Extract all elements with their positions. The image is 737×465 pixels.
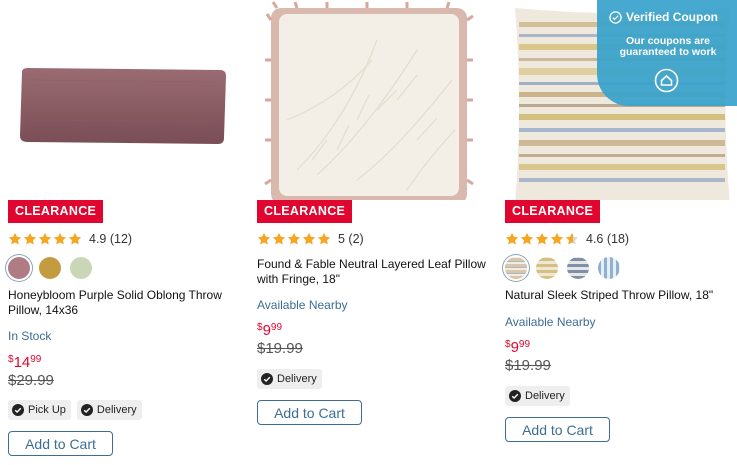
swatch-navy-stripe[interactable] [567,257,589,279]
original-price: $19.99 [505,357,551,374]
half-star-icon [565,232,579,245]
swatch-gold[interactable] [39,257,61,279]
color-swatches [505,257,620,279]
original-price: $29.99 [8,372,54,389]
coupon-title: Verified Coupon [626,10,719,24]
rating[interactable]: 5 (2) [257,230,364,248]
rating-text: 5 (2) [338,232,364,246]
star-icon [550,232,564,245]
stock-status: Available Nearby [505,315,596,329]
stock-status: Available Nearby [257,298,348,312]
star-icon [257,232,271,245]
add-to-cart-button[interactable]: Add to Cart [505,417,610,442]
rating[interactable]: 4.9 (12) [8,230,132,248]
star-icon [8,232,22,245]
delivery-label: Delivery [96,404,137,416]
star-icon [53,232,67,245]
verified-coupon-panel[interactable]: Verified Coupon Our coupons are guarante… [597,0,737,106]
product-image[interactable] [257,0,487,204]
clearance-badge: CLEARANCE [257,200,353,223]
star-icon [287,232,301,245]
check-circle-icon [261,373,273,385]
star-icon [535,232,549,245]
swatch-gold-stripe[interactable] [536,257,558,279]
pillow-oblong-image [20,68,226,144]
clearance-badge: CLEARANCE [8,200,104,223]
check-circle-icon [12,404,24,416]
stars [505,232,579,246]
price-cents: 99 [270,322,283,333]
stars [8,232,82,246]
price-cents: 99 [518,339,531,350]
product-title[interactable]: Found & Fable Neutral Layered Leaf Pillo… [257,257,487,287]
fulfillment-chips: Delivery [257,369,322,389]
check-circle-icon [609,10,622,24]
delivery-chip: Delivery [76,400,142,420]
color-swatches [8,257,92,279]
price-whole: 9 [510,339,519,356]
rating-text: 4.9 (12) [89,232,133,246]
sale-price: $1499 [8,354,41,372]
swatch-purple[interactable] [8,257,30,279]
stock-status: In Stock [8,329,52,343]
pillow-leaf-image [264,1,474,204]
star-icon [505,232,519,245]
delivery-label: Delivery [525,390,565,402]
sale-price: $999 [505,339,530,357]
star-icon [520,232,534,245]
star-icon [317,232,331,245]
pickup-chip: Pick Up [8,400,71,420]
product-card: CLEARANCE 5 (2) Found & Fable Neutral La… [257,0,492,465]
price-cents: 99 [30,354,42,365]
check-circle-icon [509,390,521,402]
swatch-blue-stripe[interactable] [598,257,620,279]
pickup-label: Pick Up [28,404,66,416]
delivery-chip: Delivery [257,369,322,389]
original-price: $19.99 [257,340,303,357]
star-icon [38,232,52,245]
stars [257,232,331,246]
price-whole: 9 [262,322,271,339]
product-title[interactable]: Honeybloom Purple Solid Oblong Throw Pil… [8,288,238,318]
add-to-cart-button[interactable]: Add to Cart [8,431,113,456]
house-logo-icon[interactable] [654,68,679,93]
sale-price: $999 [257,322,282,340]
coupon-subtitle: Our coupons are guaranteed to work [619,35,717,58]
rating[interactable]: 4.6 (18) [505,230,629,248]
delivery-label: Delivery [277,373,317,385]
clearance-badge: CLEARANCE [505,200,601,223]
fulfillment-chips: Delivery [505,386,570,406]
add-to-cart-button[interactable]: Add to Cart [257,400,362,425]
product-image[interactable] [8,0,238,200]
swatch-sage[interactable] [70,257,92,279]
check-circle-icon [80,404,93,416]
coupon-header: Verified Coupon [609,10,718,24]
star-icon [272,232,286,245]
product-title[interactable]: Natural Sleek Striped Throw Pillow, 18" [505,288,735,303]
product-card: CLEARANCE 4.9 (12) Honeybloom Purple Sol… [8,0,243,465]
swatch-natural[interactable] [505,257,527,279]
fulfillment-chips: Pick Up Delivery [8,400,142,420]
star-icon [302,232,316,245]
rating-text: 4.6 (18) [586,232,630,246]
star-icon [23,232,37,245]
delivery-chip: Delivery [505,386,570,406]
price-whole: 14 [13,354,31,371]
star-icon [68,232,82,245]
